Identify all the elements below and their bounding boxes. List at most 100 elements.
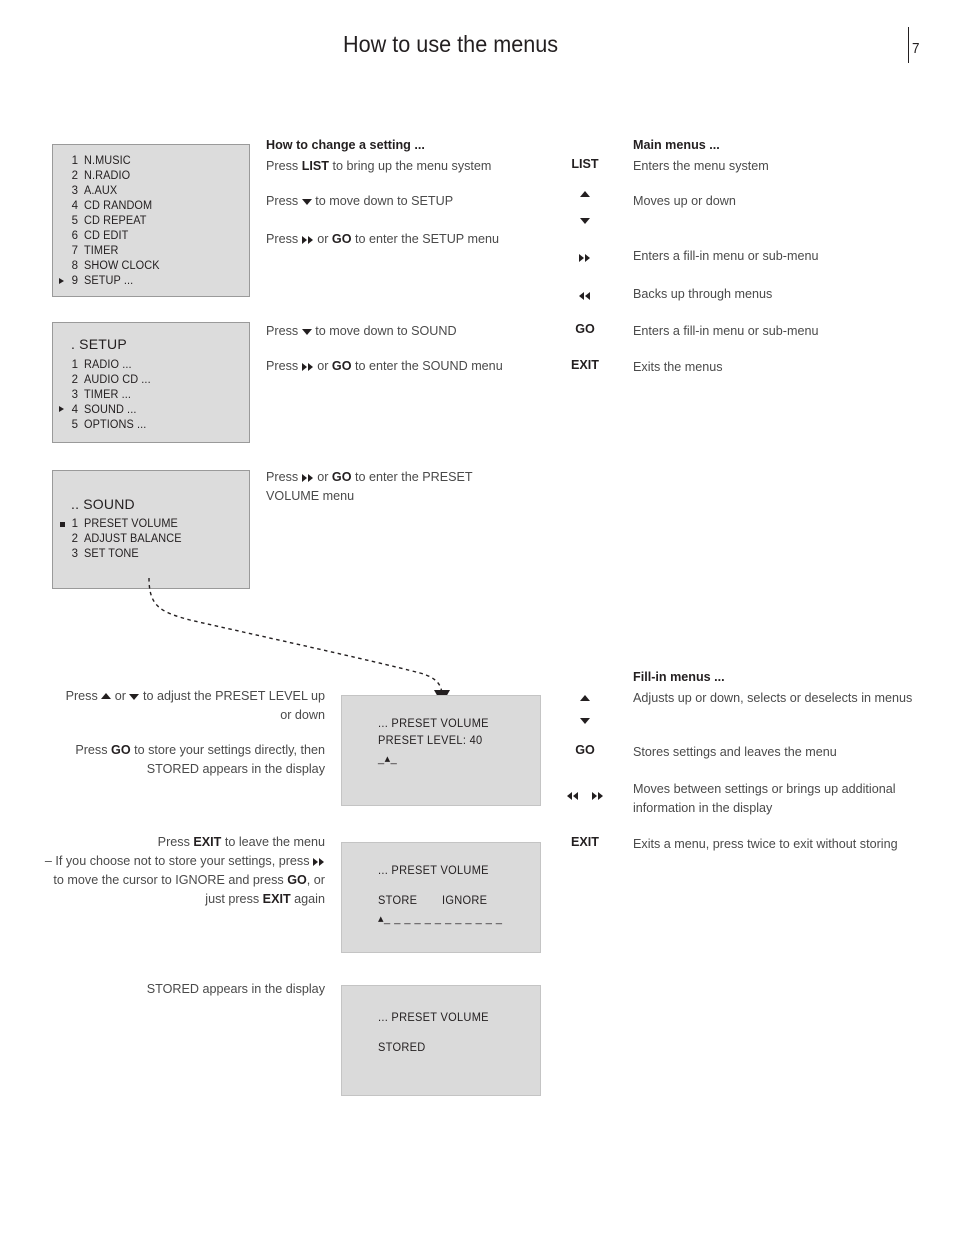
- menu-item-label[interactable]: RADIO ...: [84, 359, 132, 371]
- menu-item-label[interactable]: SOUND ...: [84, 404, 136, 416]
- instruction-step-2: Press to move down to SETUP: [266, 192, 536, 211]
- key-exit: EXIT: [193, 835, 222, 849]
- ignore-mid-text: to move the cursor to IGNORE and press: [53, 873, 288, 887]
- step3-pre-text: Press: [266, 232, 302, 246]
- arrow-down-icon: [129, 693, 140, 700]
- menu-item-label[interactable]: PRESET VOLUME: [84, 518, 178, 530]
- menu-item-number: 1: [71, 518, 78, 530]
- menu-item-number: 3: [71, 389, 78, 401]
- display-stored-text: STORED: [378, 1042, 426, 1054]
- legend-glyph-down: [570, 712, 600, 730]
- legend-desc-go: Enters a fill-in menu or sub-menu: [633, 324, 819, 338]
- fast-forward-icon: [592, 791, 604, 801]
- legend-desc-go-store: Stores settings and leaves the menu: [633, 745, 837, 759]
- setup-menu-heading: . SETUP: [71, 336, 127, 352]
- menu-item-number: 1: [71, 359, 78, 371]
- sound-menu-screen: .. SOUND 1 PRESET VOLUME 2 ADJUST BALANC…: [52, 470, 250, 589]
- instructions-heading: How to change a setting ...: [266, 138, 425, 152]
- legend-glyph-up: [570, 186, 600, 204]
- menu-item-number: 2: [71, 374, 78, 386]
- menu-item-label[interactable]: TIMER ...: [84, 389, 131, 401]
- display-preset-level: PRESET LEVEL: 40: [378, 735, 483, 747]
- step4-pre-text: Press: [266, 324, 302, 338]
- menu-item-number: 8: [71, 260, 78, 272]
- step6-mid-text: or: [313, 470, 332, 484]
- menu-item-label[interactable]: AUDIO CD ...: [84, 374, 151, 386]
- menu-item-number: 2: [71, 533, 78, 545]
- arrow-up-icon: [580, 190, 590, 197]
- instruction-ignore: – If you choose not to store your settin…: [42, 852, 325, 909]
- key-list: LIST: [301, 159, 329, 173]
- arrow-down-icon: [301, 198, 312, 205]
- step1-post-text: to bring up the menu system: [329, 159, 492, 173]
- legend-glyph-down: [570, 212, 600, 230]
- step4-post-text: to move down to SOUND: [311, 324, 457, 338]
- menu-item-label[interactable]: CD EDIT: [84, 230, 128, 242]
- legend-desc-back: Backs up through menus: [633, 287, 773, 301]
- step3-mid-text: or: [313, 232, 332, 246]
- legend-glyph-back: [570, 287, 600, 305]
- key-go: GO: [331, 232, 352, 246]
- legend-main-heading: Main menus ...: [633, 138, 720, 152]
- page-number: 7: [912, 40, 920, 57]
- legend-desc-list: Enters the menu system: [633, 159, 769, 173]
- legend-key-exit: EXIT: [571, 835, 599, 849]
- display-option-ignore[interactable]: IGNORE: [442, 895, 487, 907]
- menu-item-label[interactable]: CD REPEAT: [84, 215, 147, 227]
- arrow-down-icon: [580, 217, 590, 224]
- menu-item-number: 2: [71, 170, 78, 182]
- legend-desc-exit: Exits the menus: [633, 360, 723, 374]
- menu-item-label[interactable]: ADJUST BALANCE: [84, 533, 182, 545]
- instruction-step-4: Press to move down to SOUND: [266, 322, 536, 341]
- adjust-pre-text: Press: [65, 689, 102, 703]
- menu-item-label[interactable]: TIMER: [84, 245, 118, 257]
- step6-pre-text: Press: [266, 470, 302, 484]
- sound-menu-heading: .. SOUND: [71, 496, 135, 512]
- legend-glyph-forward: [570, 249, 600, 267]
- menu-item-number: 7: [71, 245, 78, 257]
- instruction-exit: Press EXIT to leave the menu: [60, 833, 325, 852]
- instruction-adjust: Press or to adjust the PRESET LEVEL up o…: [60, 687, 325, 725]
- header-rule: [908, 27, 909, 63]
- ignore-pre-text: – If you choose not to store your settin…: [44, 854, 313, 868]
- menu-item-label[interactable]: OPTIONS ...: [84, 419, 146, 431]
- setup-menu-screen: . SETUP 1 RADIO ... 2 AUDIO CD ... 3 TIM…: [52, 322, 250, 443]
- menu-item-label[interactable]: CD RANDOM: [84, 200, 152, 212]
- key-exit: EXIT: [262, 892, 291, 906]
- display-title: ... PRESET VOLUME: [378, 865, 489, 877]
- exit-post-text: to leave the menu: [221, 835, 325, 849]
- flow-connector: [148, 578, 450, 698]
- key-go: GO: [111, 743, 131, 757]
- instruction-step-5: Press or GO to enter the SOUND menu: [266, 357, 536, 376]
- arrow-down-icon: [301, 328, 312, 335]
- menu-item-label[interactable]: SET TONE: [84, 548, 139, 560]
- menu-item-label[interactable]: SHOW CLOCK: [84, 260, 160, 272]
- menu-item-number: 6: [71, 230, 78, 242]
- legend-desc-forward: Enters a fill-in menu or sub-menu: [633, 249, 819, 263]
- display-option-store[interactable]: STORE: [378, 895, 417, 907]
- display-cursor: _▴_: [378, 753, 398, 765]
- instruction-store: Press GO to store your settings directly…: [60, 741, 325, 779]
- menu-item-label[interactable]: N.MUSIC: [84, 155, 131, 167]
- menu-item-label[interactable]: SETUP ...: [84, 275, 133, 287]
- menu-item-number: 9: [71, 275, 78, 287]
- legend-key-list: LIST: [571, 157, 599, 171]
- key-go: GO: [331, 359, 352, 373]
- step2-post-text: to move down to SETUP: [311, 194, 454, 208]
- menu-item-label[interactable]: N.RADIO: [84, 170, 130, 182]
- legend-desc-updown: Moves up or down: [633, 194, 736, 208]
- step5-mid-text: or: [313, 359, 332, 373]
- main-menu-screen: 1 N.MUSIC 2 N.RADIO 3 A.AUX 4 CD RANDOM …: [52, 144, 250, 297]
- page-title: How to use the menus: [343, 31, 559, 57]
- selection-triangle-icon: [59, 406, 64, 412]
- legend-key-exit: EXIT: [571, 358, 599, 372]
- instruction-step-6: Press or GO to enter the PRESET VOLUME m…: [266, 468, 524, 506]
- instruction-step-1: Press LIST to bring up the menu system: [266, 157, 536, 176]
- rewind-icon: [567, 791, 579, 801]
- menu-item-number: 5: [71, 215, 78, 227]
- adjust-post-text: to adjust the PRESET LEVEL up or down: [139, 689, 325, 722]
- fast-forward-icon: [301, 362, 314, 372]
- menu-item-number: 1: [71, 155, 78, 167]
- ignore-end-text: again: [290, 892, 325, 906]
- menu-item-label[interactable]: A.AUX: [84, 185, 117, 197]
